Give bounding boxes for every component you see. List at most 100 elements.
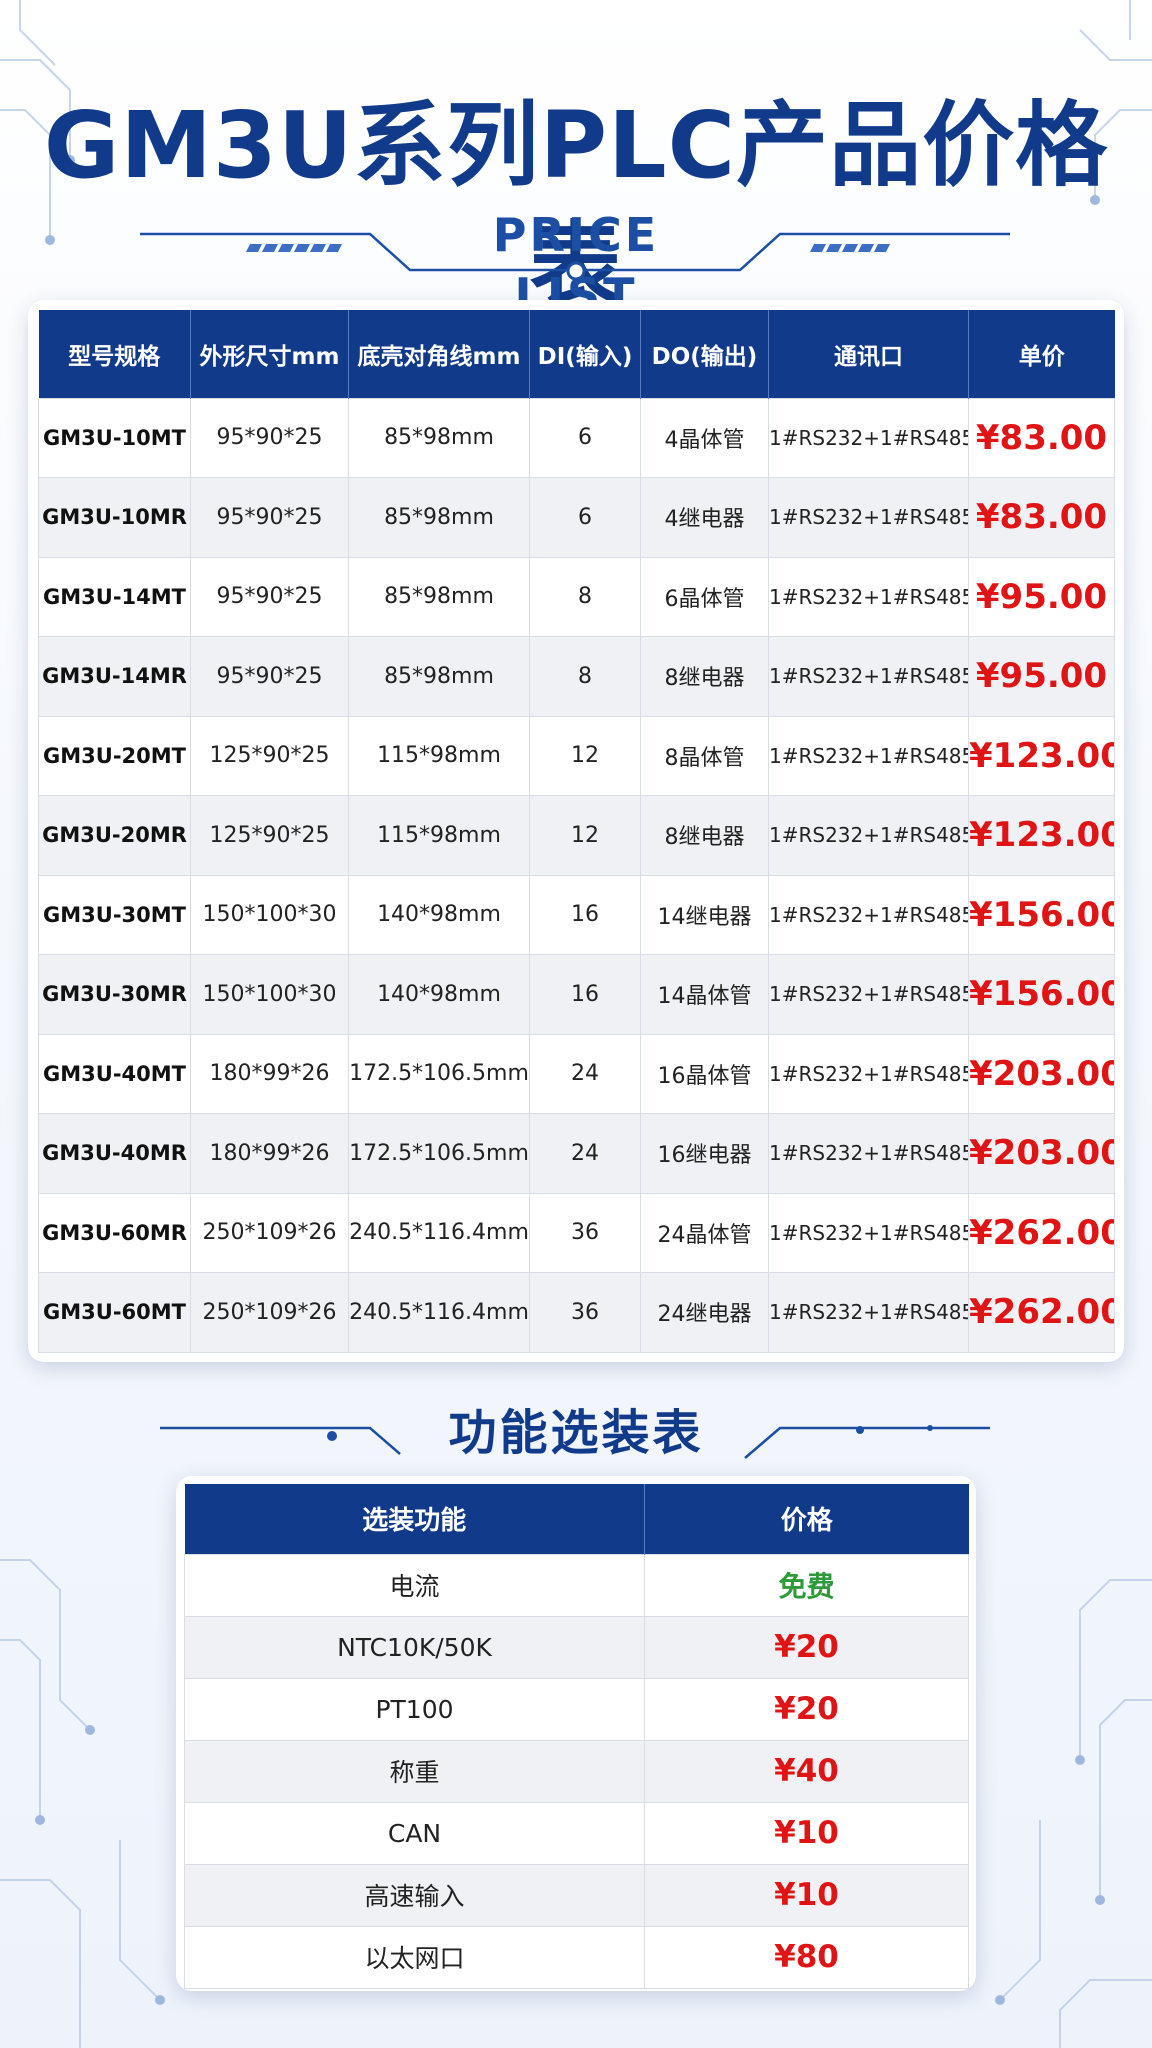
- cell-diagonal: 85*98mm: [348, 477, 530, 558]
- cell-diagonal: 85*98mm: [348, 636, 530, 717]
- cell-comm: 1#RS232+1#RS485: [768, 715, 969, 796]
- options-table-header: 选装功能 价格: [184, 1484, 969, 1554]
- cell-option-name: CAN: [184, 1801, 645, 1865]
- table-row: NTC10K/50K ¥20: [184, 1615, 969, 1679]
- cell-model: GM3U-40MR: [38, 1113, 191, 1194]
- col-header-option: 选装功能: [184, 1484, 645, 1554]
- cell-size: 250*109*26: [190, 1192, 349, 1273]
- cell-size: 95*90*25: [190, 397, 349, 478]
- cell-comm: 1#RS232+1#RS485: [768, 636, 969, 717]
- cell-do: 24晶体管: [640, 1192, 769, 1273]
- cell-comm: 1#RS232+1#RS485: [768, 397, 969, 478]
- cell-size: 150*100*30: [190, 954, 349, 1035]
- cell-diagonal: 240.5*116.4mm: [348, 1192, 530, 1273]
- cell-do: 4继电器: [640, 477, 769, 558]
- cell-option-price: ¥40: [644, 1739, 969, 1803]
- cell-di: 24: [529, 1033, 641, 1114]
- cell-option-name: 高速输入: [184, 1863, 645, 1927]
- cell-di: 36: [529, 1192, 641, 1273]
- cell-do: 14晶体管: [640, 954, 769, 1035]
- cell-do: 8继电器: [640, 636, 769, 717]
- page-subtitle: PRICE LIST: [492, 208, 660, 322]
- cell-diagonal: 140*98mm: [348, 874, 530, 955]
- price-table-header: 型号规格 外形尺寸mm 底壳对角线mm DI(输入) DO(输出) 通讯口 单价: [38, 310, 1115, 398]
- cell-comm: 1#RS232+1#RS485: [768, 1033, 969, 1114]
- cell-size: 180*99*26: [190, 1113, 349, 1194]
- cell-price: ¥262.00: [968, 1272, 1115, 1353]
- options-table: 选装功能 价格 电流 免费 NTC10K/50K ¥20 PT100 ¥20 称重 ¥40 CA…: [184, 1484, 969, 1989]
- cell-model: GM3U-40MT: [38, 1033, 191, 1114]
- cell-di: 8: [529, 556, 641, 637]
- cell-di: 16: [529, 954, 641, 1035]
- col-header-model: 型号规格: [38, 310, 191, 398]
- col-header-option-price: 价格: [644, 1484, 969, 1554]
- cell-di: 6: [529, 397, 641, 478]
- cell-option-price: ¥80: [644, 1925, 969, 1989]
- price-table-body: GM3U-10MT 95*90*25 85*98mm 6 4晶体管 1#RS232+1#R…: [38, 397, 1115, 1353]
- cell-size: 95*90*25: [190, 636, 349, 717]
- cell-option-price: 免费: [644, 1553, 969, 1617]
- cell-price: ¥83.00: [968, 397, 1115, 478]
- cell-price: ¥95.00: [968, 636, 1115, 717]
- cell-size: 150*100*30: [190, 874, 349, 955]
- table-row: GM3U-10MR 95*90*25 85*98mm 6 4继电器 1#RS232+1#R…: [38, 477, 1115, 558]
- col-header-di: DI(输入): [529, 310, 641, 398]
- cell-comm: 1#RS232+1#RS485: [768, 874, 969, 955]
- table-row: GM3U-14MT 95*90*25 85*98mm 8 6晶体管 1#RS232+1#R…: [38, 556, 1115, 637]
- cell-option-name: PT100: [184, 1677, 645, 1741]
- table-row: 电流 免费: [184, 1553, 969, 1617]
- cell-do: 6晶体管: [640, 556, 769, 637]
- cell-diagonal: 140*98mm: [348, 954, 530, 1035]
- cell-price: ¥95.00: [968, 556, 1115, 637]
- cell-di: 12: [529, 715, 641, 796]
- cell-di: 8: [529, 636, 641, 717]
- cell-model: GM3U-20MT: [38, 715, 191, 796]
- cell-diagonal: 172.5*106.5mm: [348, 1033, 530, 1114]
- cell-comm: 1#RS232+1#RS485: [768, 1272, 969, 1353]
- table-row: GM3U-20MT 125*90*25 115*98mm 12 8晶体管 1#RS232+…: [38, 715, 1115, 796]
- cell-price: ¥83.00: [968, 477, 1115, 558]
- cell-diagonal: 240.5*116.4mm: [348, 1272, 530, 1353]
- cell-diagonal: 115*98mm: [348, 795, 530, 876]
- cell-size: 125*90*25: [190, 715, 349, 796]
- cell-comm: 1#RS232+1#RS485: [768, 954, 969, 1035]
- cell-model: GM3U-14MR: [38, 636, 191, 717]
- cell-do: 8晶体管: [640, 715, 769, 796]
- table-row: GM3U-10MT 95*90*25 85*98mm 6 4晶体管 1#RS232+1#R…: [38, 397, 1115, 478]
- cell-option-name: 称重: [184, 1739, 645, 1803]
- cell-diagonal: 172.5*106.5mm: [348, 1113, 530, 1194]
- cell-diagonal: 115*98mm: [348, 715, 530, 796]
- cell-diagonal: 85*98mm: [348, 556, 530, 637]
- cell-do: 8继电器: [640, 795, 769, 876]
- cell-do: 4晶体管: [640, 397, 769, 478]
- table-row: GM3U-60MT 250*109*26 240.5*116.4mm 36 24继电器 1…: [38, 1272, 1115, 1353]
- table-row: PT100 ¥20: [184, 1677, 969, 1741]
- cell-di: 24: [529, 1113, 641, 1194]
- table-row: GM3U-20MR 125*90*25 115*98mm 12 8继电器 1#RS232+…: [38, 795, 1115, 876]
- cell-comm: 1#RS232+1#RS485: [768, 556, 969, 637]
- cell-comm: 1#RS232+1#RS485: [768, 795, 969, 876]
- cell-do: 16继电器: [640, 1113, 769, 1194]
- cell-model: GM3U-14MT: [38, 556, 191, 637]
- price-table: 型号规格 外形尺寸mm 底壳对角线mm DI(输入) DO(输出) 通讯口 单价…: [38, 310, 1115, 1353]
- cell-di: 6: [529, 477, 641, 558]
- cell-do: 16晶体管: [640, 1033, 769, 1114]
- cell-model: GM3U-10MT: [38, 397, 191, 478]
- page-title: GM3U系列PLC产品价格表: [43, 92, 1109, 319]
- cell-option-price: ¥10: [644, 1801, 969, 1865]
- table-row: GM3U-60MR 250*109*26 240.5*116.4mm 36 24晶体管 1…: [38, 1192, 1115, 1273]
- cell-price: ¥262.00: [968, 1192, 1115, 1273]
- col-header-diagonal: 底壳对角线mm: [348, 310, 530, 398]
- table-row: GM3U-40MR 180*99*26 172.5*106.5mm 24 16继电器 1#…: [38, 1113, 1115, 1194]
- cell-diagonal: 85*98mm: [348, 397, 530, 478]
- cell-size: 180*99*26: [190, 1033, 349, 1114]
- cell-size: 95*90*25: [190, 556, 349, 637]
- options-section-title: 功能选装表: [448, 1405, 704, 1461]
- col-header-price: 单价: [968, 310, 1115, 398]
- cell-model: GM3U-30MT: [38, 874, 191, 955]
- cell-do: 14继电器: [640, 874, 769, 955]
- cell-price: ¥203.00: [968, 1033, 1115, 1114]
- table-row: GM3U-30MT 150*100*30 140*98mm 16 14继电器 1#RS23…: [38, 874, 1115, 955]
- cell-option-name: 以太网口: [184, 1925, 645, 1989]
- table-row: GM3U-14MR 95*90*25 85*98mm 8 8继电器 1#RS232+1#R…: [38, 636, 1115, 717]
